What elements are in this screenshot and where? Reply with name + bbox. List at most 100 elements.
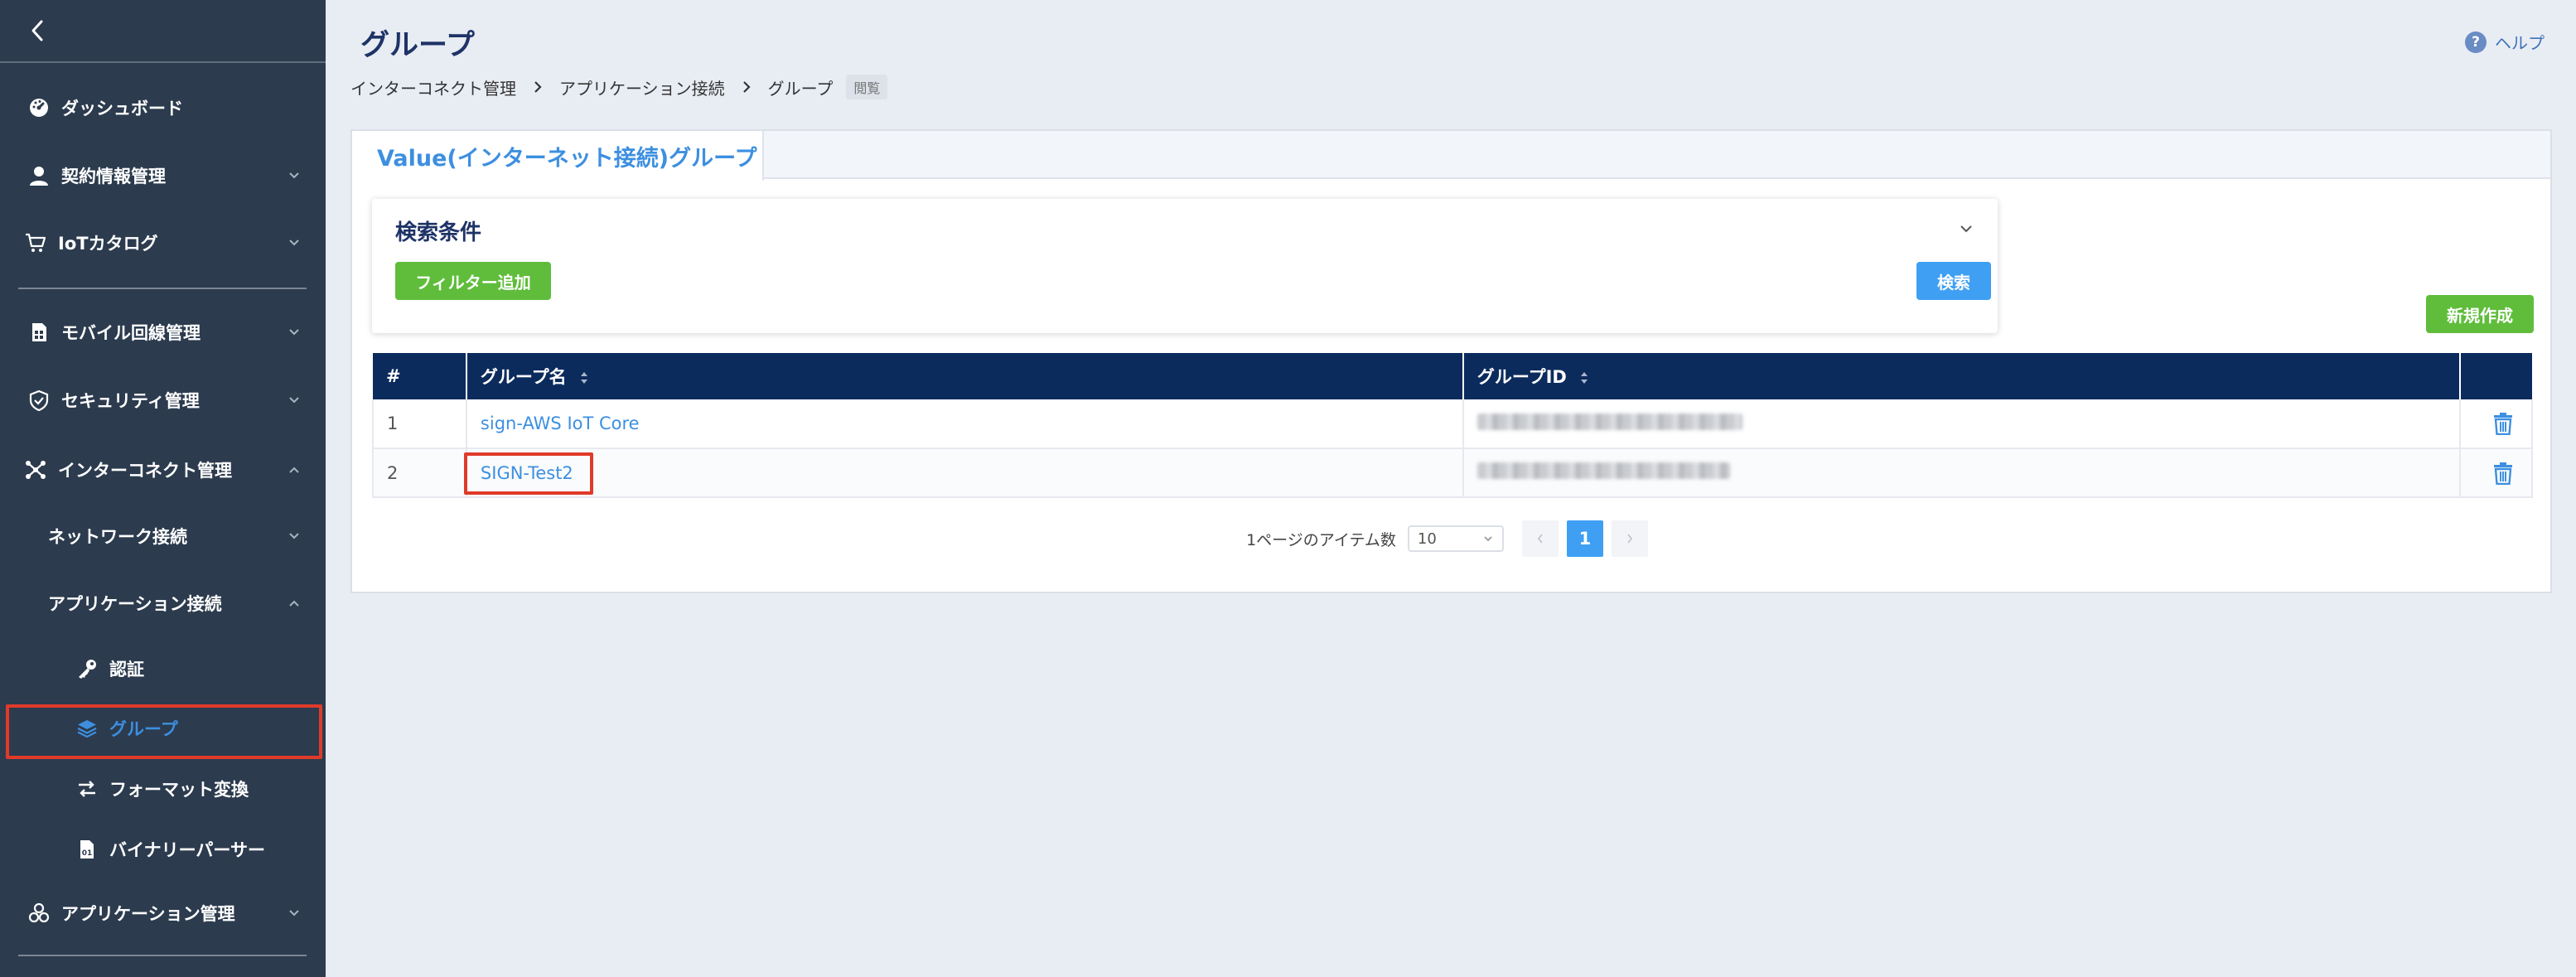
content-card: Value(インターネット接続)グループ 検索条件 フィルター追加 検索 新規作… xyxy=(350,129,2552,593)
binary-file-icon: 01 xyxy=(75,837,99,862)
actions-cell xyxy=(2460,399,2533,449)
sidebar-divider xyxy=(18,288,307,289)
chevron-right-icon xyxy=(742,81,751,93)
group-name-link[interactable]: sign-AWS IoT Core xyxy=(481,414,640,433)
redacted-group-id xyxy=(1476,462,1730,479)
question-icon: ? xyxy=(2465,31,2487,53)
sidebar-item-label: インターコネクト管理 xyxy=(58,461,232,481)
chevron-down-icon[interactable] xyxy=(1958,220,1974,237)
sidebar-item-label: バイナリーパーサー xyxy=(109,840,265,860)
search-panel: 検索条件 フィルター追加 検索 xyxy=(372,199,1998,333)
view-mode-badge: 閲覧 xyxy=(846,75,888,99)
search-button[interactable]: 検索 xyxy=(1916,262,1991,300)
column-header-index: # xyxy=(373,353,467,399)
group-name-cell: SIGN-Test2 xyxy=(463,448,1464,498)
chevron-up-icon xyxy=(289,467,299,473)
sidebar-item-security[interactable]: セキュリティ管理 xyxy=(0,371,326,429)
interconnect-icon xyxy=(23,457,48,482)
tab-value-internet-group[interactable]: Value(インターネット接続)グループ xyxy=(352,131,764,181)
sidebar-item-label: ネットワーク接続 xyxy=(48,527,187,547)
key-icon xyxy=(75,656,99,681)
chevron-down-icon xyxy=(289,172,299,179)
sidebar-item-label: 認証 xyxy=(109,660,144,680)
collapse-sidebar-button[interactable] xyxy=(0,0,326,63)
trash-icon[interactable] xyxy=(2492,412,2514,435)
group-id-cell xyxy=(1462,399,2462,449)
table-header-row: # グループ名 グループID xyxy=(373,353,2532,399)
chevron-right-icon xyxy=(1627,534,1633,544)
shield-icon xyxy=(27,388,51,413)
pagination: 1ページのアイテム数 10 1 xyxy=(352,520,2550,557)
sidebar-item-contract[interactable]: 契約情報管理 xyxy=(0,147,326,205)
next-page-button[interactable] xyxy=(1611,520,1648,557)
column-header-actions xyxy=(2460,353,2532,399)
table-row: 2 SIGN-Test2 xyxy=(372,448,2533,498)
sidebar-item-label: モバイル回線管理 xyxy=(61,323,201,343)
dashboard-icon xyxy=(27,95,51,120)
group-table: # グループ名 グループID 1 sign-AWS IoT Core 2 SIG… xyxy=(372,353,2533,498)
sim-icon xyxy=(27,320,51,345)
page-button-current[interactable]: 1 xyxy=(1566,520,1603,557)
sidebar-item-network-connection[interactable]: ネットワーク接続 xyxy=(0,507,326,565)
sort-icon[interactable] xyxy=(1579,370,1589,385)
sidebar-item-mobile-line[interactable]: モバイル回線管理 xyxy=(0,303,326,361)
svg-text:01: 01 xyxy=(82,849,93,858)
chevron-down-icon xyxy=(289,910,299,917)
column-header-group-id[interactable]: グループID xyxy=(1462,353,2462,399)
redacted-group-id xyxy=(1476,413,1742,430)
help-link[interactable]: ? ヘルプ xyxy=(2465,30,2545,54)
chevron-down-icon xyxy=(1484,536,1492,542)
page-size-select[interactable]: 10 xyxy=(1407,525,1504,552)
row-highlight-box xyxy=(463,452,593,495)
apps-icon xyxy=(27,901,51,926)
sidebar-item-interconnect[interactable]: インターコネクト管理 xyxy=(0,441,326,499)
row-index: 2 xyxy=(372,448,467,498)
sort-icon[interactable] xyxy=(579,370,589,385)
group-id-cell xyxy=(1462,448,2462,498)
sidebar-item-label: フォーマット変換 xyxy=(109,780,249,800)
sidebar: ダッシュボード 契約情報管理 IoTカタログ モバイル回線管理 セキュリティ管理 xyxy=(0,0,326,977)
sidebar-item-dashboard[interactable]: ダッシュボード xyxy=(0,79,326,137)
user-icon xyxy=(27,163,51,188)
page-size-label: 1ページのアイテム数 xyxy=(1246,530,1396,549)
group-name-cell: sign-AWS IoT Core xyxy=(466,399,1464,449)
breadcrumb-item-application-connection[interactable]: アプリケーション接続 xyxy=(559,75,725,99)
table-row: 1 sign-AWS IoT Core xyxy=(372,399,2533,449)
breadcrumb-item-group: グループ xyxy=(767,78,834,99)
sidebar-item-label: ダッシュボード xyxy=(61,99,183,118)
actions-cell xyxy=(2460,448,2533,498)
sidebar-item-application-connection[interactable]: アプリケーション接続 xyxy=(0,574,326,632)
chevron-left-icon xyxy=(1537,534,1543,544)
sidebar-item-label: アプリケーション管理 xyxy=(61,904,235,924)
chevron-down-icon xyxy=(289,329,299,336)
create-new-button[interactable]: 新規作成 xyxy=(2426,295,2534,333)
chevron-up-icon xyxy=(289,600,299,607)
page-title: グループ xyxy=(360,29,475,62)
sidebar-item-auth[interactable]: 認証 xyxy=(0,640,326,698)
sidebar-highlight-box xyxy=(6,704,322,759)
row-index: 1 xyxy=(372,399,467,449)
help-label: ヘルプ xyxy=(2495,33,2545,53)
sidebar-item-label: IoTカタログ xyxy=(58,234,158,254)
search-panel-title: 検索条件 xyxy=(395,220,482,245)
sidebar-item-label: アプリケーション接続 xyxy=(48,594,222,614)
trash-icon[interactable] xyxy=(2492,462,2514,485)
sidebar-item-application-management[interactable]: アプリケーション管理 xyxy=(0,884,326,942)
sidebar-item-format-conversion[interactable]: フォーマット変換 xyxy=(0,760,326,818)
breadcrumb: インターコネクト管理 アプリケーション接続 グループ 閲覧 xyxy=(350,75,888,99)
sidebar-divider xyxy=(18,955,307,956)
cart-icon xyxy=(23,230,48,255)
sidebar-item-iot-catalog[interactable]: IoTカタログ xyxy=(0,214,326,272)
chevron-down-icon xyxy=(289,533,299,539)
column-header-group-name[interactable]: グループ名 xyxy=(466,353,1464,399)
add-filter-button[interactable]: フィルター追加 xyxy=(395,262,551,300)
prev-page-button[interactable] xyxy=(1521,520,1559,557)
sidebar-item-label: 契約情報管理 xyxy=(61,167,166,186)
chevron-left-icon xyxy=(31,20,43,41)
format-convert-icon xyxy=(75,776,99,801)
chevron-right-icon xyxy=(534,81,542,93)
breadcrumb-item-interconnect[interactable]: インターコネクト管理 xyxy=(350,75,516,99)
chevron-down-icon xyxy=(289,397,299,404)
sidebar-item-binary-parser[interactable]: 01 バイナリーパーサー xyxy=(0,820,326,878)
sidebar-item-label: セキュリティ管理 xyxy=(61,391,200,411)
